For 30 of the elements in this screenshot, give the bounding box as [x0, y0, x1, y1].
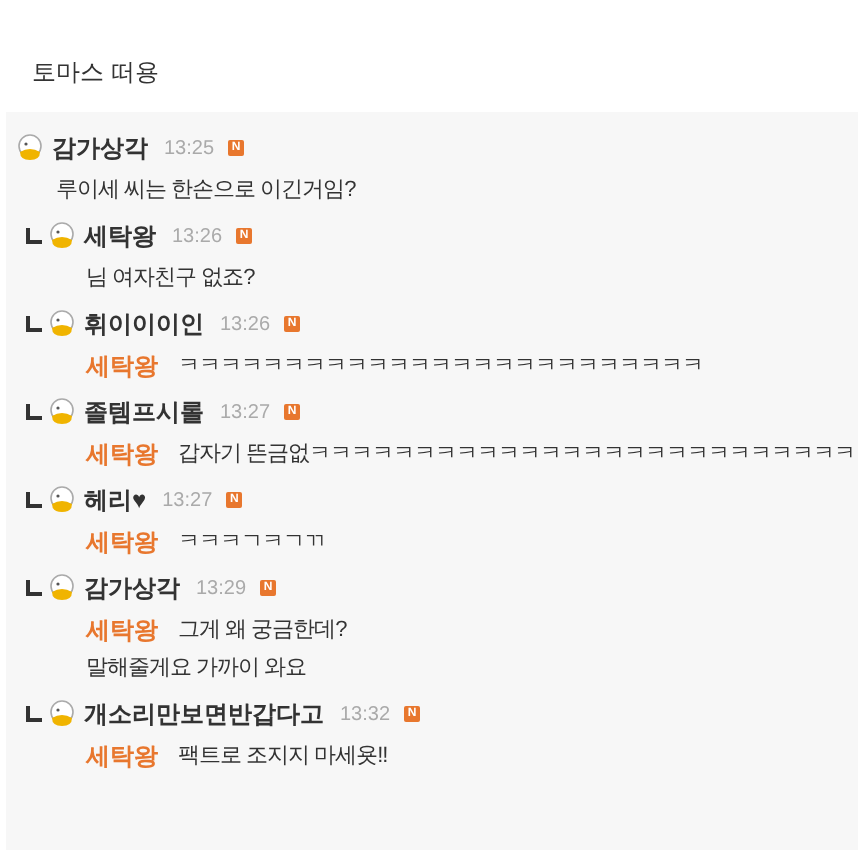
author-name[interactable]: 감가상각 — [84, 570, 180, 606]
author-name[interactable]: 졸템프시롤 — [84, 394, 204, 430]
author-name[interactable]: 휘이이이인 — [84, 306, 204, 342]
author-name[interactable]: 세탁왕 — [84, 218, 156, 254]
author-name[interactable]: 헤리♥ — [84, 482, 147, 518]
comment-text: ㅋㅋㅋㅋㅋㅋㅋㅋㅋㅋㅋㅋㅋㅋㅋㅋㅋㅋㅋㅋㅋㅋㅋㅋㅋ — [178, 351, 703, 382]
duck-avatar-icon — [48, 398, 76, 426]
comment-time: 13:25 — [164, 135, 215, 163]
duck-avatar-icon — [48, 574, 76, 602]
comment-time: 13:27 — [220, 399, 271, 427]
duck-avatar-icon — [48, 222, 76, 250]
duck-avatar-icon — [48, 310, 76, 338]
duck-avatar-icon — [48, 486, 76, 514]
comment-text: 갑자기 뜬금없ㅋㅋㅋㅋㅋㅋㅋㅋㅋㅋㅋㅋㅋㅋㅋㅋㅋㅋㅋㅋㅋㅋㅋㅋㅋㅋ — [178, 439, 856, 470]
comment-time: 13:29 — [196, 575, 247, 603]
comment-text: 그게 왜 궁금한데? — [178, 615, 347, 646]
duck-avatar-icon — [48, 700, 76, 728]
comment-text: ㅋㅋㅋㄱㅋㄱㄲ — [178, 527, 325, 558]
comment-time: 13:32 — [340, 701, 391, 729]
comment-text: 님 여자친구 없죠? — [86, 263, 255, 294]
comment-time: 13:27 — [162, 487, 213, 515]
post-title: 토마스 떠용 — [32, 58, 159, 86]
author-name[interactable]: 감가상각 — [52, 130, 148, 166]
comment-text: 말해줄게요 가까이 와요 — [86, 653, 307, 684]
comment-text: 팩트로 조지지 마세욧!! — [178, 741, 388, 772]
comment-time: 13:26 — [220, 311, 271, 339]
duck-avatar-icon — [16, 134, 44, 162]
comment-time: 13:26 — [172, 223, 223, 251]
author-name[interactable]: 개소리만보면반갑다고 — [84, 696, 324, 732]
comment-text: 루이세 씨는 한손으로 이긴거임? — [56, 175, 356, 206]
